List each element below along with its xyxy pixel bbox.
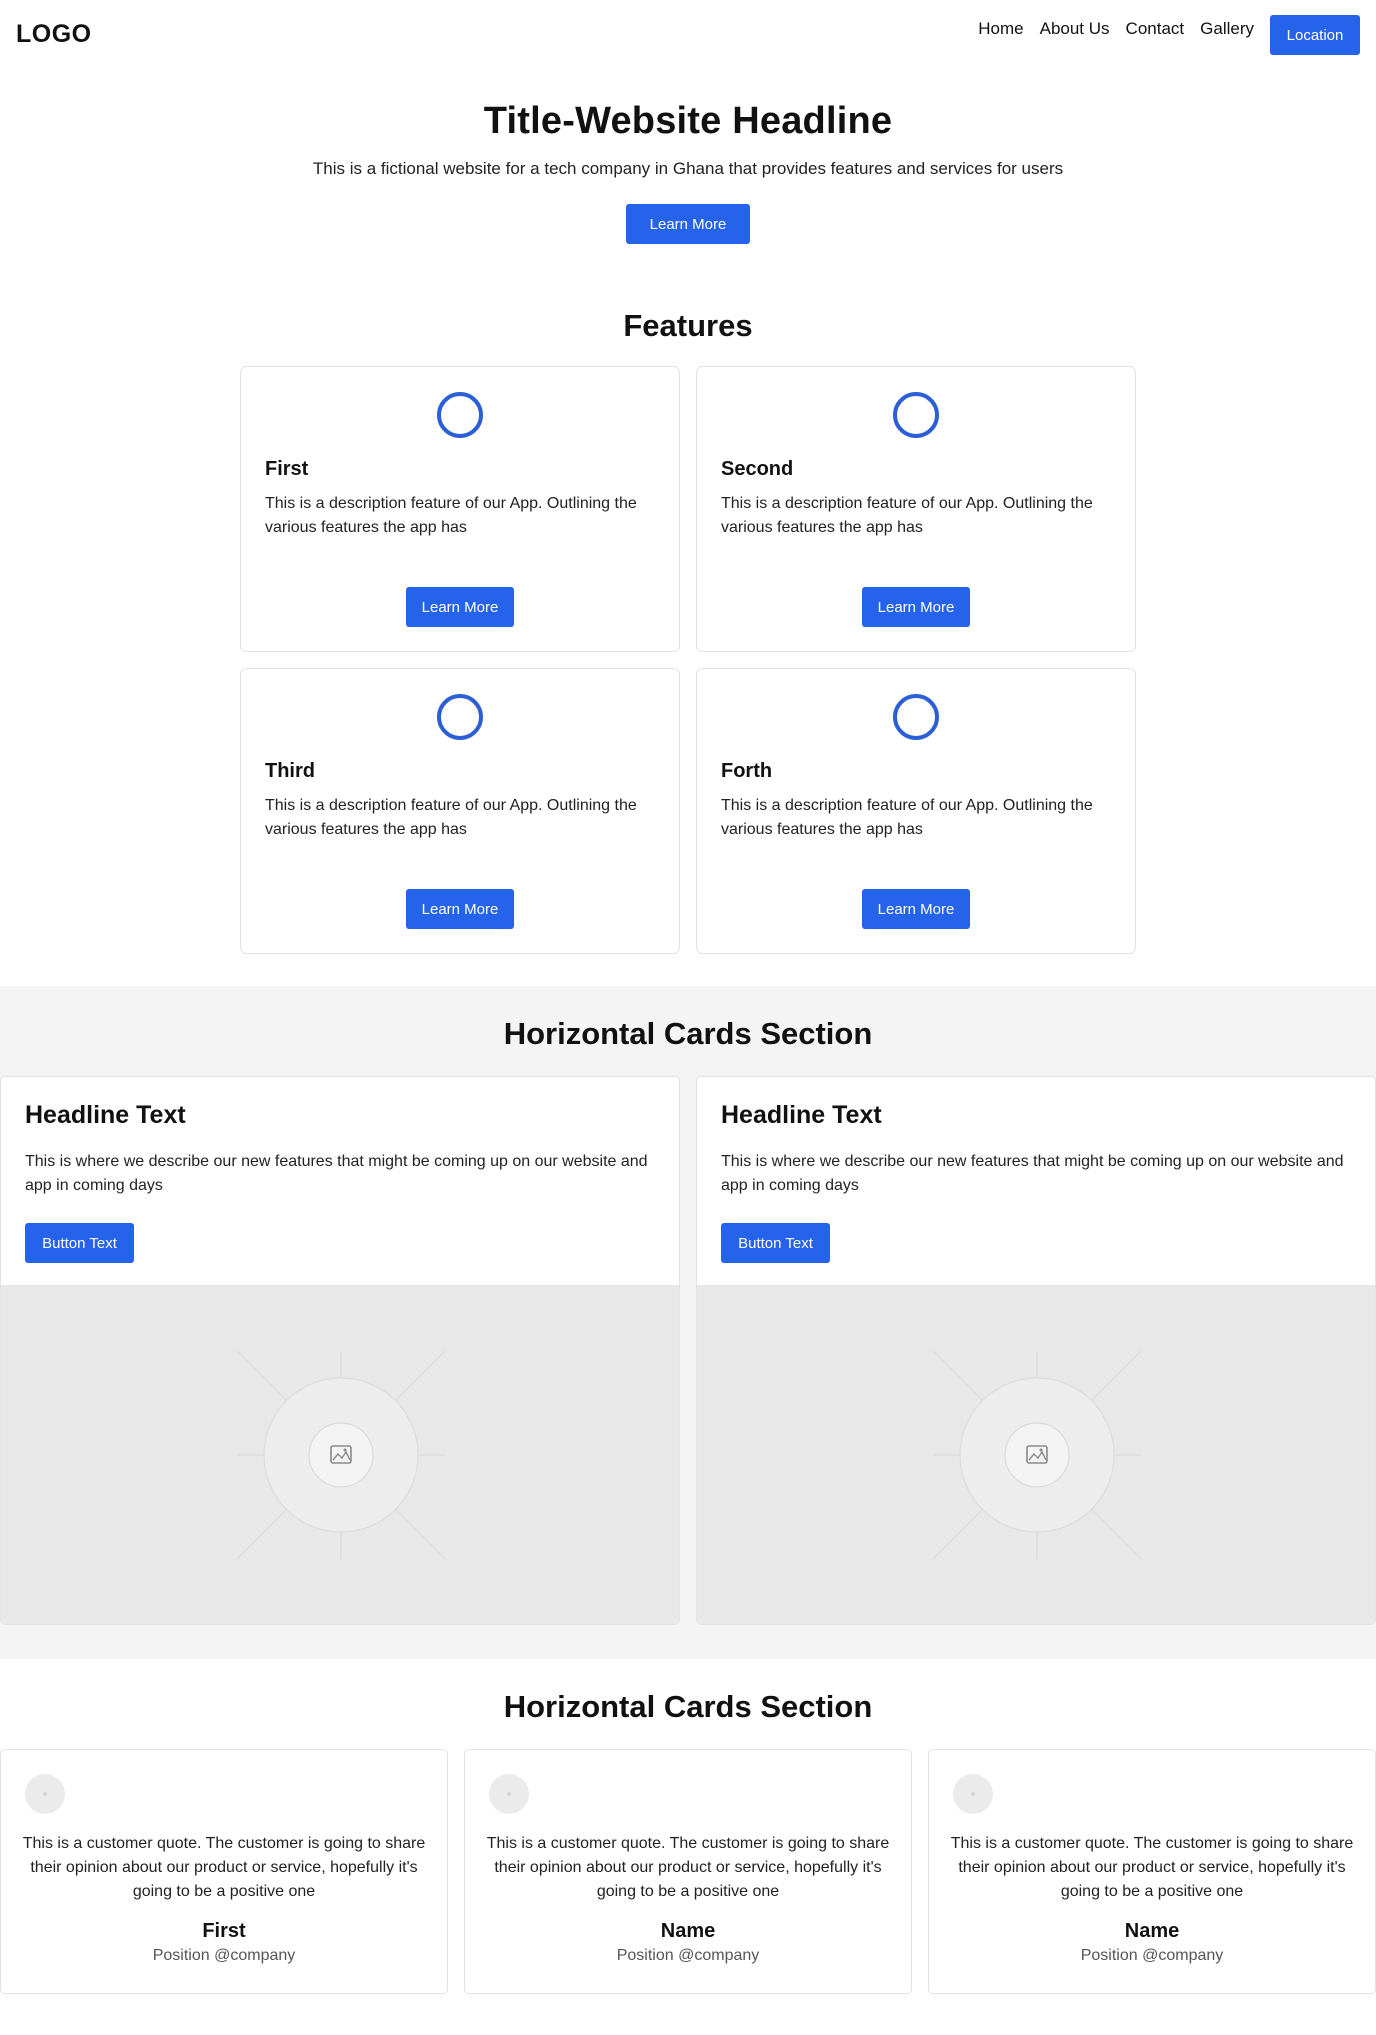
hero-learn-more-button[interactable]: Learn More (626, 204, 750, 244)
testimonials-section: Horizontal Cards Section This is a custo… (0, 1659, 1376, 1994)
avatar (489, 1774, 529, 1814)
horizontal-card-button[interactable]: Button Text (25, 1223, 134, 1263)
testimonial-quote: This is a customer quote. The customer i… (22, 1835, 426, 1900)
horizontal-card-body: Headline Text This is where we describe … (1, 1077, 679, 1285)
horizontal-cards-row: Headline Text This is where we describe … (0, 1076, 1376, 1625)
hero-subtitle: This is a fictional website for a tech c… (312, 159, 1064, 178)
nav-menu: Home About Us Contact Gallery Location (978, 15, 1360, 55)
horizontal-card-description: This is where we describe our new featur… (721, 1153, 1344, 1194)
testimonial-name: Name (660, 1920, 716, 1942)
circle-icon (893, 392, 939, 438)
testimonial-position: Position @company (616, 1947, 760, 1964)
top-navbar: LOGO Home About Us Contact Gallery Locat… (0, 0, 1376, 70)
horizontal-card-button[interactable]: Button Text (721, 1223, 830, 1263)
testimonial-card: This is a customer quote. The customer i… (464, 1749, 912, 1994)
hero-section: Title-Website Headline This is a fiction… (0, 70, 1376, 244)
feature-learn-more-button[interactable]: Learn More (406, 587, 514, 627)
testimonial-card: This is a customer quote. The customer i… (0, 1749, 448, 1994)
image-placeholder-icon (1004, 1422, 1070, 1488)
feature-card-second: Second This is a description feature of … (696, 366, 1136, 652)
features-heading: Features (623, 308, 753, 343)
circle-icon (437, 392, 483, 438)
horizontal-cards-heading: Horizontal Cards Section (503, 1016, 873, 1051)
circle-icon (893, 694, 939, 740)
testimonials-heading: Horizontal Cards Section (503, 1689, 873, 1724)
testimonial-name: Name (1124, 1920, 1180, 1942)
image-placeholder (697, 1285, 1375, 1624)
feature-card-forth: Forth This is a description feature of o… (696, 668, 1136, 954)
testimonial-quote: This is a customer quote. The customer i… (950, 1835, 1354, 1900)
horizontal-card-body: Headline Text This is where we describe … (697, 1077, 1375, 1285)
nav-link-contact[interactable]: Contact (1126, 19, 1185, 39)
feature-description: This is a description feature of our App… (721, 495, 1093, 536)
logo[interactable]: LOGO (16, 20, 92, 49)
image-placeholder-icon (308, 1422, 374, 1488)
image-placeholder-graphic (236, 1350, 446, 1560)
image-placeholder (1, 1285, 679, 1624)
horizontal-card: Headline Text This is where we describe … (0, 1076, 680, 1625)
feature-description: This is a description feature of our App… (721, 797, 1093, 838)
avatar (953, 1774, 993, 1814)
circle-icon (437, 694, 483, 740)
feature-title: First (265, 458, 309, 480)
testimonial-card: This is a customer quote. The customer i… (928, 1749, 1376, 1994)
features-section: Features First This is a description fea… (0, 244, 1376, 954)
testimonial-cards-row: This is a customer quote. The customer i… (0, 1749, 1376, 1994)
avatar (25, 1774, 65, 1814)
testimonial-position: Position @company (1080, 1947, 1224, 1964)
image-placeholder-graphic (932, 1350, 1142, 1560)
feature-card-third: Third This is a description feature of o… (240, 668, 680, 954)
location-button[interactable]: Location (1270, 15, 1360, 55)
feature-title: Forth (721, 760, 773, 782)
horizontal-card-title: Headline Text (721, 1101, 882, 1129)
hero-title: Title-Website Headline (483, 100, 893, 142)
feature-learn-more-button[interactable]: Learn More (862, 889, 970, 929)
horizontal-card-title: Headline Text (25, 1101, 186, 1129)
feature-learn-more-button[interactable]: Learn More (406, 889, 514, 929)
feature-learn-more-button[interactable]: Learn More (862, 587, 970, 627)
feature-description: This is a description feature of our App… (265, 797, 637, 838)
feature-description: This is a description feature of our App… (265, 495, 637, 536)
nav-link-gallery[interactable]: Gallery (1200, 19, 1254, 39)
feature-grid: First This is a description feature of o… (240, 366, 1136, 954)
nav-link-home[interactable]: Home (978, 19, 1023, 39)
nav-link-about-us[interactable]: About Us (1040, 19, 1110, 39)
feature-card-first: First This is a description feature of o… (240, 366, 680, 652)
feature-title: Third (265, 760, 315, 782)
horizontal-card-description: This is where we describe our new featur… (25, 1153, 648, 1194)
testimonial-name: First (202, 1920, 246, 1942)
feature-title: Second (721, 458, 794, 480)
testimonial-quote: This is a customer quote. The customer i… (486, 1835, 890, 1900)
testimonial-position: Position @company (152, 1947, 296, 1964)
horizontal-card: Headline Text This is where we describe … (696, 1076, 1376, 1625)
horizontal-cards-section: Horizontal Cards Section Headline Text T… (0, 986, 1376, 1659)
